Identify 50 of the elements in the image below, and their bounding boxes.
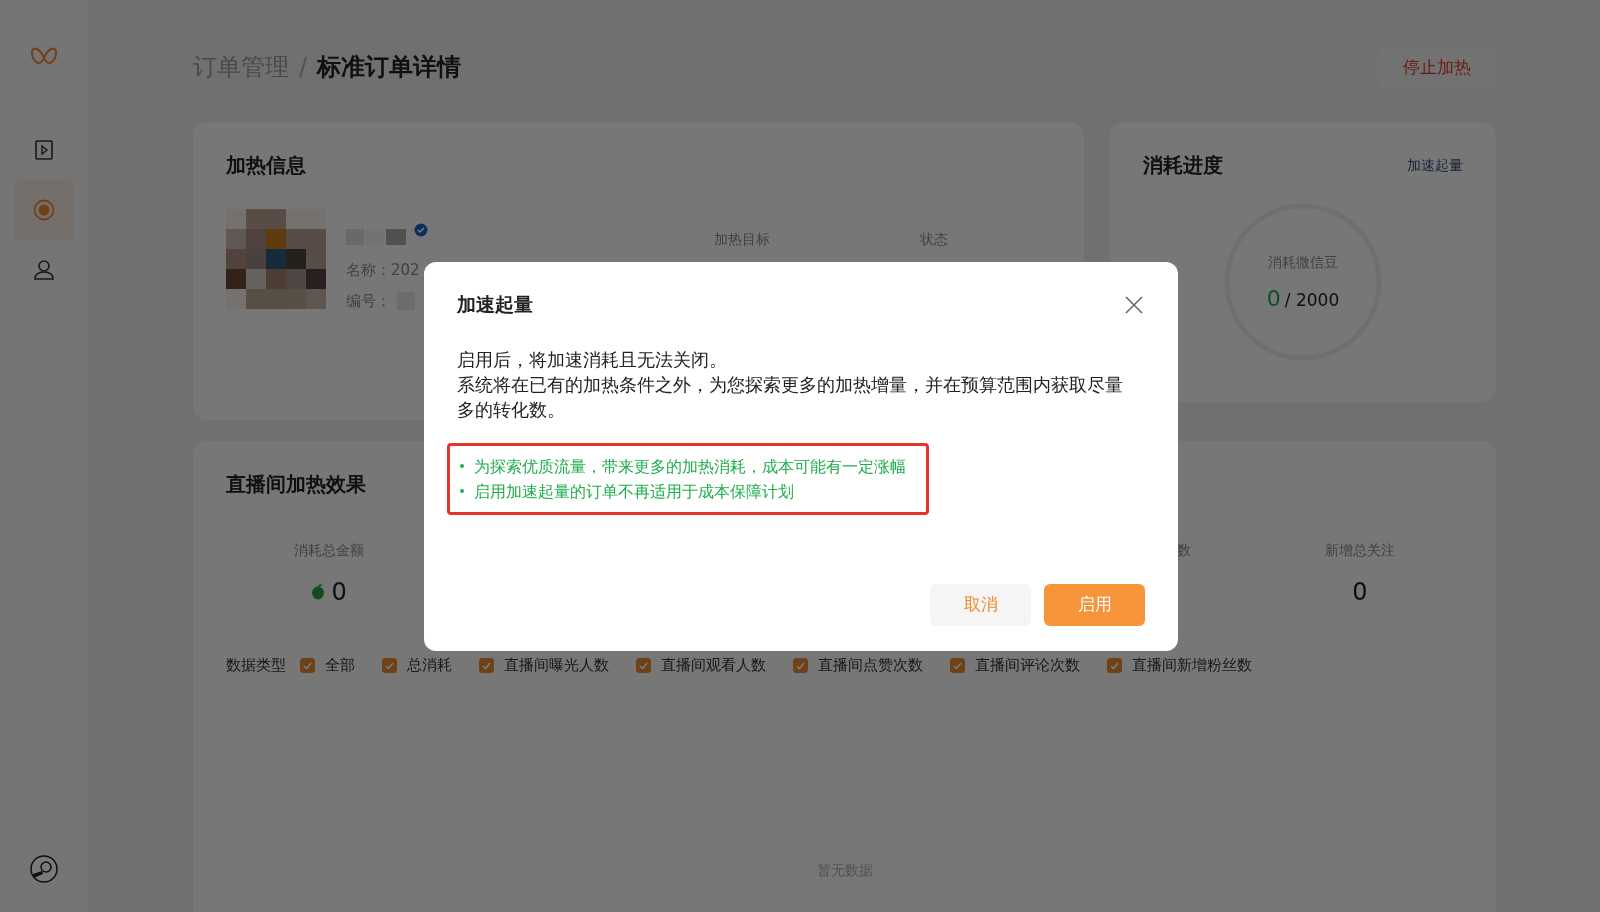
checkbox[interactable] bbox=[382, 658, 397, 673]
checkbox-label[interactable]: 直播间点赞次数 bbox=[818, 656, 923, 675]
dialog-title: 加速起量 bbox=[457, 291, 533, 317]
checkbox[interactable] bbox=[1107, 658, 1122, 673]
checkbox-label[interactable]: 总消耗 bbox=[407, 656, 452, 675]
checkbox[interactable] bbox=[636, 658, 651, 673]
checkbox-label[interactable]: 直播间曝光人数 bbox=[504, 656, 609, 675]
cancel-button[interactable]: 取消 bbox=[930, 583, 1031, 626]
checkbox[interactable] bbox=[793, 658, 808, 673]
notice-text: 为探索优质流量，带来更多的加热消耗，成本可能有一定涨幅 bbox=[474, 455, 906, 478]
avatar-icon[interactable] bbox=[29, 854, 59, 884]
filter-label: 数据类型 bbox=[226, 656, 286, 675]
checkbox[interactable] bbox=[479, 658, 494, 673]
play-icon bbox=[34, 139, 54, 161]
check-icon bbox=[1110, 661, 1119, 670]
check-icon bbox=[385, 661, 394, 670]
dialog-text: 启用后，将加速消耗且无法关闭。 bbox=[457, 348, 728, 372]
verified-icon bbox=[414, 223, 428, 237]
close-icon[interactable] bbox=[1123, 293, 1145, 316]
nav-item[interactable] bbox=[14, 180, 74, 240]
checkbox-label[interactable]: 直播间观看人数 bbox=[661, 656, 766, 675]
bullet-icon bbox=[460, 489, 464, 493]
total-value: / 2000 bbox=[1284, 289, 1340, 310]
card-title: 直播间加热效果 bbox=[226, 471, 366, 498]
card-title: 加热信息 bbox=[226, 152, 306, 179]
check-icon bbox=[953, 661, 962, 670]
metric-value: 0 bbox=[331, 578, 347, 606]
checkbox-label[interactable]: 直播间评论次数 bbox=[975, 656, 1080, 675]
boost-link[interactable]: 加速起量 bbox=[1407, 156, 1463, 175]
card-title: 消耗进度 bbox=[1143, 152, 1223, 179]
dialog-text: 系统将在已有的加热条件之外，为您探索更多的加热增量，并在预算范围内获取尽量多的转化数。 bbox=[457, 373, 1124, 422]
check-icon bbox=[639, 661, 648, 670]
checkbox[interactable] bbox=[950, 658, 965, 673]
notice-text: 启用加速起量的订单不再适用于成本保障计划 bbox=[474, 480, 794, 503]
checkbox-label[interactable]: 全部 bbox=[325, 656, 355, 675]
record-icon bbox=[33, 199, 55, 221]
breadcrumb-separator: / bbox=[299, 53, 308, 81]
check-icon bbox=[482, 661, 491, 670]
checkbox[interactable] bbox=[300, 658, 315, 673]
consumed-value: 0 bbox=[1266, 285, 1281, 311]
enable-button[interactable]: 启用 bbox=[1044, 583, 1145, 626]
check-icon bbox=[303, 661, 312, 670]
metric-value: 0 bbox=[1352, 578, 1368, 606]
user-icon bbox=[32, 259, 56, 281]
breadcrumb-item: 标准订单详情 bbox=[317, 52, 462, 83]
blurred-name bbox=[346, 226, 408, 248]
check-icon bbox=[796, 661, 805, 670]
bean-icon bbox=[311, 584, 326, 600]
checkbox-label[interactable]: 直播间新增粉丝数 bbox=[1132, 656, 1252, 675]
bullet-icon bbox=[460, 464, 464, 468]
